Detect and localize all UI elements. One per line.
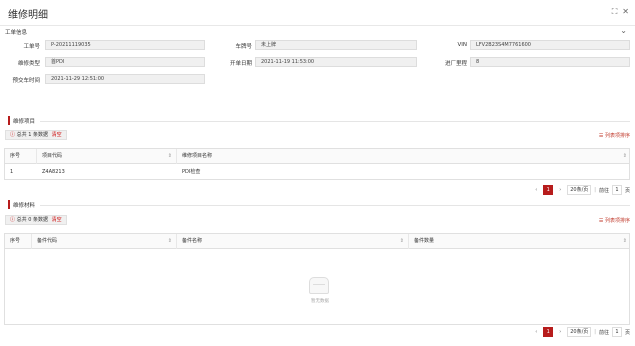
info-icon: ⓘ bbox=[10, 217, 16, 223]
repair-type-label: 维修类型 bbox=[17, 61, 40, 67]
goto-label: 前往 bbox=[598, 187, 609, 194]
sort-icon[interactable]: ⇕ bbox=[623, 234, 627, 249]
items-column-setting-label: 列表项排序 bbox=[604, 133, 630, 139]
empty-text: 暂无数据 bbox=[311, 299, 329, 304]
empty-box-icon bbox=[309, 277, 329, 294]
items-title: 维修项目 bbox=[8, 116, 35, 125]
cell-name: PDI检查 bbox=[182, 169, 201, 175]
delivery-field[interactable]: 2021-11-29 12:51:00 bbox=[45, 74, 205, 84]
sort-icon[interactable]: ⇕ bbox=[168, 149, 172, 164]
items-column-setting[interactable]: ☰ 列表项排序 bbox=[599, 132, 630, 139]
prev-page-icon[interactable]: ‹ bbox=[532, 328, 540, 336]
delivery-label: 预交车时间 bbox=[12, 78, 40, 84]
open-date-label: 开单日期 bbox=[229, 61, 252, 67]
parts-col-no[interactable]: 序号 bbox=[5, 234, 32, 249]
empty-state: 暂无数据 bbox=[5, 250, 629, 324]
vin-field[interactable]: LFV2B23S4M7761600 bbox=[470, 40, 630, 50]
goto-label: 前往 bbox=[598, 329, 609, 336]
mileage-field[interactable]: 8 bbox=[470, 57, 630, 67]
parts-clear-link[interactable]: 清空 bbox=[52, 217, 62, 223]
sort-icon[interactable]: ⇕ bbox=[400, 234, 404, 249]
mileage-label: 进厂里程 bbox=[444, 61, 467, 67]
chevron-down-icon[interactable]: ⌄ bbox=[620, 26, 627, 35]
parts-divider bbox=[40, 205, 630, 206]
parts-column-setting[interactable]: ☰ 列表项排序 bbox=[599, 217, 630, 224]
next-page-icon[interactable]: › bbox=[556, 328, 564, 336]
items-table-header: 序号 项目代码 ⇕ 维修项目名称 ⇕ bbox=[5, 149, 629, 164]
sort-icon[interactable]: ⇕ bbox=[623, 149, 627, 164]
parts-col-qty[interactable]: 备件数量 ⇕ bbox=[409, 234, 631, 249]
parts-col-name[interactable]: 备件名称 ⇕ bbox=[177, 234, 409, 249]
parts-summary: ⓘ 总共 0 条数据 清空 bbox=[5, 215, 67, 225]
parts-column-setting-label: 列表项排序 bbox=[604, 218, 630, 224]
page-unit: 页 bbox=[624, 329, 630, 336]
title-bar: 维修明细 ⛶ ✕ bbox=[0, 0, 635, 26]
current-page[interactable]: 1 bbox=[543, 327, 554, 337]
items-clear-link[interactable]: 清空 bbox=[52, 132, 62, 138]
list-icon: ☰ bbox=[598, 133, 604, 139]
open-date-field[interactable]: 2021-11-19 11:53:00 bbox=[255, 57, 417, 67]
current-page[interactable]: 1 bbox=[543, 185, 554, 195]
plate-field[interactable]: 未上牌 bbox=[255, 40, 417, 50]
pager-sep: | bbox=[594, 329, 596, 335]
plate-label: 车牌号 bbox=[235, 44, 252, 50]
items-table: 序号 项目代码 ⇕ 维修项目名称 ⇕ 1 Z4A8213 PDI检查 bbox=[4, 148, 630, 180]
parts-table: 序号 备件代码 ⇕ 备件名称 ⇕ 备件数量 ⇕ 暂无数据 bbox=[4, 233, 630, 325]
close-icon[interactable]: ✕ bbox=[622, 7, 629, 17]
section-title-basic: 工单信息 bbox=[5, 30, 28, 36]
items-col-code[interactable]: 项目代码 ⇕ bbox=[37, 149, 177, 164]
parts-table-header: 序号 备件代码 ⇕ 备件名称 ⇕ 备件数量 ⇕ bbox=[5, 234, 629, 249]
goto-input[interactable]: 1 bbox=[611, 327, 622, 337]
parts-pagination: ‹ 1 › 20条/页 | 前往 1 页 bbox=[532, 327, 630, 337]
order-no-label: 工单号 bbox=[23, 44, 40, 50]
table-row[interactable]: 1 Z4A8213 PDI检查 bbox=[5, 165, 629, 180]
page-size-select[interactable]: 20条/页 bbox=[567, 185, 592, 195]
items-col-name[interactable]: 维修项目名称 ⇕ bbox=[177, 149, 631, 164]
info-icon: ⓘ bbox=[10, 132, 16, 138]
fullscreen-icon[interactable]: ⛶ bbox=[612, 7, 618, 17]
prev-page-icon[interactable]: ‹ bbox=[532, 186, 540, 194]
page-title: 维修明细 bbox=[8, 10, 48, 21]
items-divider bbox=[40, 121, 630, 122]
page-size-select[interactable]: 20条/页 bbox=[567, 327, 592, 337]
sort-icon[interactable]: ⇕ bbox=[168, 234, 172, 249]
order-no-field[interactable]: P-20211119035 bbox=[45, 40, 205, 50]
cell-code: Z4A8213 bbox=[42, 169, 65, 175]
window-controls: ⛶ ✕ bbox=[612, 7, 629, 17]
next-page-icon[interactable]: › bbox=[556, 186, 564, 194]
parts-col-name-label: 备件名称 bbox=[182, 238, 203, 244]
parts-summary-text: 总共 0 条数据 bbox=[16, 217, 48, 223]
items-summary: ⓘ 总共 1 条数据 清空 bbox=[5, 130, 67, 140]
items-col-code-label: 项目代码 bbox=[42, 153, 63, 159]
goto-input[interactable]: 1 bbox=[611, 185, 622, 195]
pager-sep: | bbox=[594, 187, 596, 193]
parts-col-code-label: 备件代码 bbox=[37, 238, 58, 244]
items-col-name-label: 维修项目名称 bbox=[182, 153, 213, 159]
vin-label: VIN bbox=[457, 42, 468, 48]
list-icon: ☰ bbox=[598, 218, 604, 224]
page-unit: 页 bbox=[624, 187, 630, 194]
parts-col-code[interactable]: 备件代码 ⇕ bbox=[32, 234, 177, 249]
parts-title: 维修材料 bbox=[8, 200, 35, 209]
items-col-no[interactable]: 序号 bbox=[5, 149, 37, 164]
parts-col-qty-label: 备件数量 bbox=[414, 238, 435, 244]
items-pagination: ‹ 1 › 20条/页 | 前往 1 页 bbox=[532, 185, 630, 195]
items-summary-text: 总共 1 条数据 bbox=[16, 132, 48, 138]
cell-no: 1 bbox=[10, 169, 14, 175]
repair-type-field[interactable]: 首PDI bbox=[45, 57, 205, 67]
